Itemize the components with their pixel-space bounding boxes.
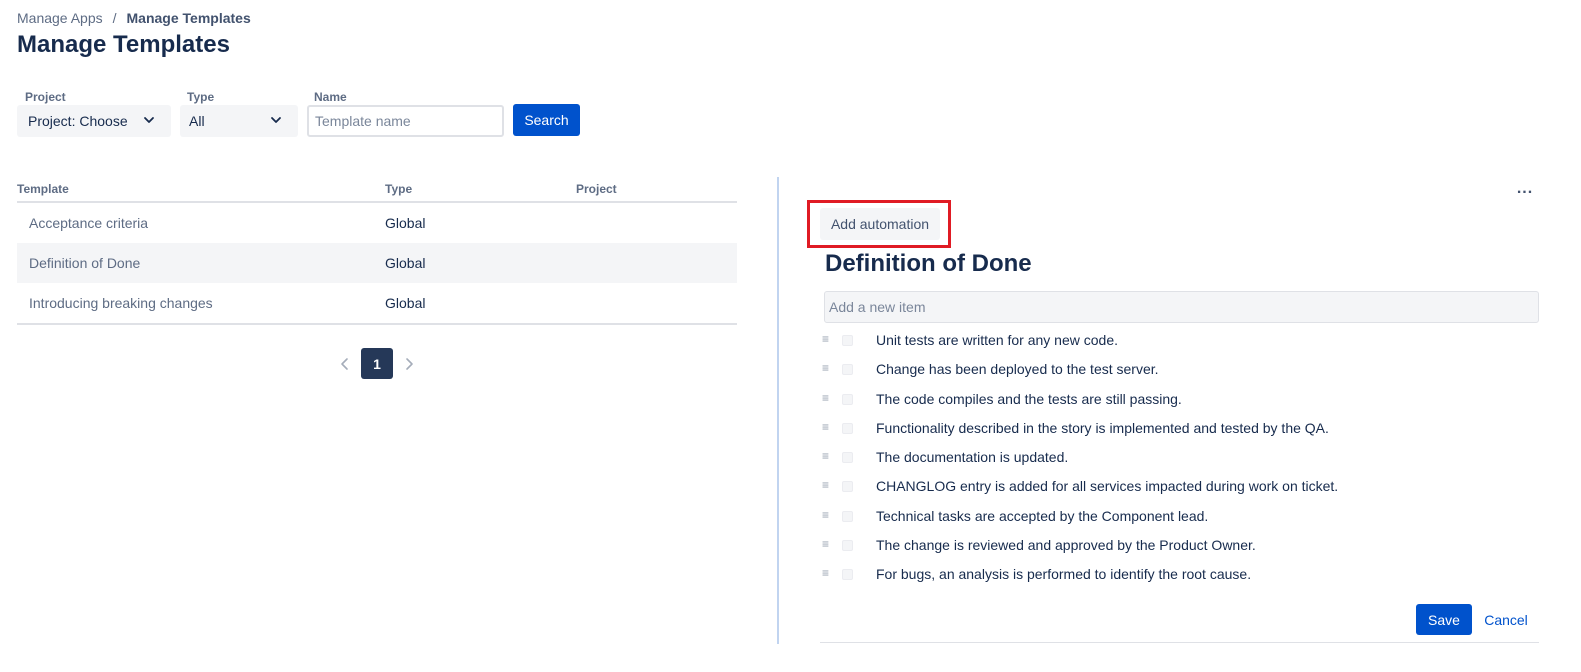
chevron-right-icon[interactable]	[400, 349, 418, 379]
table-bottom-border	[17, 323, 737, 325]
project-filter-label: Project	[25, 90, 66, 104]
checkbox[interactable]	[842, 393, 853, 405]
template-title[interactable]: Definition of Done	[825, 250, 1032, 278]
type-select[interactable]: All	[180, 105, 298, 137]
checkbox[interactable]	[842, 510, 853, 522]
template-name-input[interactable]	[307, 105, 504, 137]
type-select-value: All	[189, 113, 205, 129]
template-name-cell[interactable]: Definition of Done	[29, 255, 140, 271]
chevron-down-icon	[144, 117, 154, 123]
save-button[interactable]: Save	[1416, 604, 1472, 635]
checklist-item-text[interactable]: Functionality described in the story is …	[876, 420, 1329, 436]
template-type-cell: Global	[385, 295, 426, 311]
checklist-item-text[interactable]: Unit tests are written for any new code.	[876, 332, 1118, 348]
breadcrumb: Manage Apps / Manage Templates	[17, 10, 251, 26]
page-title: Manage Templates	[17, 31, 230, 58]
column-header-template[interactable]: Template	[17, 182, 69, 196]
breadcrumb-current: Manage Templates	[126, 10, 251, 26]
name-filter-label: Name	[314, 90, 347, 104]
table-row[interactable]: Acceptance criteria Global	[17, 203, 737, 243]
drag-handle-icon[interactable]: ≡	[822, 421, 829, 433]
drag-handle-icon[interactable]: ≡	[822, 450, 829, 462]
table-header: Template Type Project	[17, 181, 737, 203]
pagination: 1	[336, 348, 418, 379]
breadcrumb-separator: /	[112, 10, 117, 26]
template-name-cell[interactable]: Acceptance criteria	[29, 215, 148, 231]
checkbox[interactable]	[842, 569, 853, 581]
checkbox[interactable]	[842, 481, 853, 493]
drag-handle-icon[interactable]: ≡	[822, 362, 829, 374]
more-actions-button[interactable]: ...	[1512, 180, 1538, 200]
project-select[interactable]: Project: Choose	[17, 105, 171, 137]
cancel-button[interactable]: Cancel	[1474, 604, 1538, 636]
column-header-type[interactable]: Type	[385, 182, 412, 196]
breadcrumb-manage-apps-link[interactable]: Manage Apps	[17, 10, 103, 26]
checklist-item-text[interactable]: The change is reviewed and approved by t…	[876, 537, 1256, 553]
checklist-item-text[interactable]: Technical tasks are accepted by the Comp…	[876, 508, 1208, 524]
template-type-cell: Global	[385, 215, 426, 231]
checkbox[interactable]	[842, 540, 853, 552]
checkbox[interactable]	[842, 335, 853, 346]
checklist-item-text[interactable]: CHANGLOG entry is added for all services…	[876, 478, 1338, 494]
drag-handle-icon[interactable]: ≡	[822, 333, 829, 345]
checkbox[interactable]	[842, 422, 853, 434]
checklist-item-text[interactable]: The documentation is updated.	[876, 449, 1068, 465]
checklist-item-text[interactable]: Change has been deployed to the test ser…	[876, 361, 1159, 377]
template-name-cell[interactable]: Introducing breaking changes	[29, 295, 213, 311]
checklist-item-text[interactable]: The code compiles and the tests are stil…	[876, 391, 1182, 407]
checklist-item-text[interactable]: For bugs, an analysis is performed to id…	[876, 566, 1251, 582]
type-filter-label: Type	[187, 90, 215, 104]
search-button[interactable]: Search	[513, 104, 580, 136]
drag-handle-icon[interactable]: ≡	[822, 538, 829, 550]
template-type-cell: Global	[385, 255, 426, 271]
checkbox[interactable]	[842, 452, 853, 464]
chevron-left-icon[interactable]	[336, 349, 354, 379]
table-row-selected[interactable]: Definition of Done Global	[17, 243, 737, 283]
chevron-down-icon	[271, 117, 281, 123]
drag-handle-icon[interactable]: ≡	[822, 392, 829, 404]
checkbox[interactable]	[842, 364, 853, 376]
panel-divider[interactable]	[777, 177, 779, 644]
add-item-input[interactable]	[824, 291, 1539, 323]
add-automation-button[interactable]: Add automation	[820, 208, 940, 240]
drag-handle-icon[interactable]: ≡	[822, 567, 829, 579]
page-button-current[interactable]: 1	[361, 348, 393, 379]
column-header-project[interactable]: Project	[576, 182, 617, 196]
drag-handle-icon[interactable]: ≡	[822, 509, 829, 521]
project-select-value: Project: Choose	[28, 113, 128, 129]
panel-bottom-border	[820, 642, 1539, 643]
table-row[interactable]: Introducing breaking changes Global	[17, 283, 737, 323]
templates-table: Template Type Project Acceptance criteri…	[17, 181, 737, 325]
drag-handle-icon[interactable]: ≡	[822, 479, 829, 491]
